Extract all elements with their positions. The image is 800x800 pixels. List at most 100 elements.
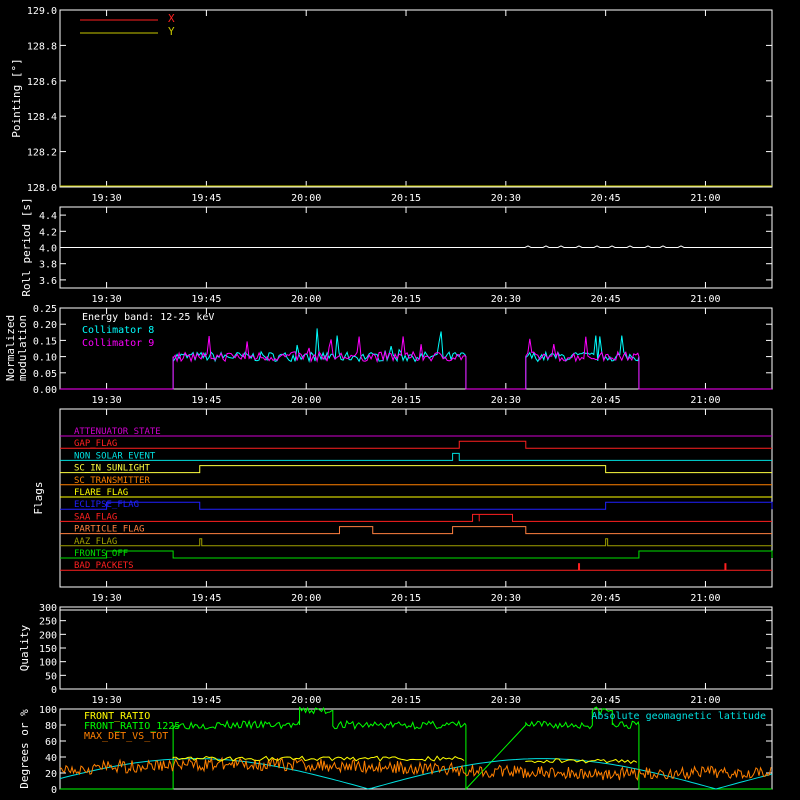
modulation-line-1: [60, 336, 772, 390]
xtick-label: 19:45: [191, 593, 221, 604]
xtick-label: 20:00: [291, 395, 321, 406]
ytick-label: 128.8: [27, 41, 57, 52]
ytick-label: 0.15: [33, 336, 57, 347]
legend-geomag-lat: Absolute geomagnetic latitude: [591, 711, 766, 722]
ytick-label: 128.6: [27, 77, 57, 88]
flag-line: [60, 501, 773, 510]
xtick-label: 19:45: [191, 294, 221, 305]
legend-collimator-8: Collimator 8: [82, 325, 154, 336]
xtick-label: 19:45: [191, 695, 221, 706]
hessi-observing-summary: Pointing [°] 128.0 128.2 128.4 128.6 128.8 12…: [0, 0, 800, 800]
legend-max-det: MAX_DET_VS_TOT: [84, 731, 168, 742]
ytick-label: 0: [51, 785, 57, 796]
xtick-label: 20:00: [291, 294, 321, 305]
ytick-label: 0.25: [33, 304, 57, 315]
xtick-label: 19:30: [92, 695, 122, 706]
panel-modulation: Normalized modulation 0.000.050.100.150.…: [4, 304, 773, 406]
geomag-latitude-line: [59, 758, 773, 790]
ytick-label: 250: [39, 617, 57, 628]
xtick-label: 19:30: [92, 593, 122, 604]
ylabel-roll: Roll period [s]: [20, 197, 33, 296]
ytick-label: 300: [39, 603, 57, 614]
ytick-label: 100: [39, 658, 57, 669]
legend-label-y: Y: [168, 25, 175, 38]
ytick-label: 4.4: [39, 211, 57, 222]
ytick-label: 0.05: [33, 369, 57, 380]
ylabel-quality: Quality: [18, 624, 31, 671]
ytick-label: 100: [39, 705, 57, 716]
xtick-label: 20:45: [591, 193, 621, 204]
ytick-label: 3.6: [39, 276, 57, 287]
ytick-label: 128.2: [27, 148, 57, 159]
xtick-label: 21:00: [690, 193, 720, 204]
ytick-label: 0.20: [33, 320, 57, 331]
ytick-label: 0.10: [33, 353, 57, 364]
ytick-label: 0: [51, 685, 57, 696]
xtick-label: 20:00: [291, 193, 321, 204]
energy-band-label: Energy band: 12-25 keV: [82, 312, 214, 323]
xtick-label: 20:00: [291, 695, 321, 706]
ytick-label: 128.4: [27, 112, 57, 123]
flag-line: [60, 452, 772, 461]
xtick-label: 20:15: [391, 193, 421, 204]
ylabel-flags: Flags: [32, 481, 45, 514]
ytick-label: 40: [45, 753, 57, 764]
ytick-label: 50: [45, 671, 57, 682]
yticks-quality: 0 50 100 150 200 250 300: [39, 603, 772, 696]
xtick-label: 20:30: [491, 395, 521, 406]
xtick-label: 20:45: [591, 395, 621, 406]
chart-canvas: Pointing [°] 128.0128.2128.4128.6128.812…: [4, 6, 773, 796]
xtick-label: 19:30: [92, 193, 122, 204]
xtick-label: 21:00: [690, 593, 720, 604]
ytick-label: 80: [45, 721, 57, 732]
panel-pointing: Pointing [°] 128.0128.2128.4128.6128.812…: [10, 6, 773, 204]
xtick-label: 21:00: [690, 695, 720, 706]
xtick-label: 20:30: [491, 695, 521, 706]
flag-line: [60, 550, 773, 559]
xtick-label: 20:15: [391, 695, 421, 706]
ylabel-ratio: Degrees or %: [18, 709, 31, 789]
ylabel-modulation-2: modulation: [16, 315, 29, 381]
xtick-label: 19:30: [92, 294, 122, 305]
legend-collimator-9: Collimator 9: [82, 338, 154, 349]
xtick-label: 20:30: [491, 593, 521, 604]
panel-frame: [59, 9, 773, 188]
yticks-roll: 3.6 3.8 4.0 4.2 4.4: [39, 211, 772, 287]
xtick-label: 19:45: [191, 395, 221, 406]
xtick-label: 19:30: [92, 395, 122, 406]
legend-pointing: X Y: [80, 12, 175, 38]
flag-rows: ATTENUATOR_STATEGAP_FLAGNON_SOLAR_EVENTS…: [60, 427, 773, 571]
xticks-pointing: 19:30 19:45 20:00 20:15 20:30 20:45 21:00: [92, 10, 721, 204]
xtick-label: 20:45: [591, 593, 621, 604]
ytick-label: 150: [39, 644, 57, 655]
flag-line: [60, 513, 772, 522]
xtick-label: 20:30: [491, 294, 521, 305]
ytick-label: 4.0: [39, 244, 57, 255]
xtick-label: 20:00: [291, 593, 321, 604]
panel-ratio: Degrees or % 020406080100 FRONT_RATIO FR…: [18, 705, 773, 796]
ytick-label: 60: [45, 737, 57, 748]
ytick-label: 200: [39, 630, 57, 641]
panel-frame: [59, 606, 773, 690]
ytick-label: 129.0: [27, 6, 57, 17]
ytick-label: 128.0: [27, 183, 57, 194]
ylabel-pointing: Pointing [°]: [10, 58, 23, 137]
xtick-label: 20:15: [391, 395, 421, 406]
legend-label-x: X: [168, 12, 175, 25]
yticks-pointing: 128.0 128.2 128.4 128.6 128.8 129.0: [27, 6, 772, 194]
xticks-roll: 19:30 19:45 20:00 20:15 20:30 20:45 21:00: [92, 207, 721, 305]
xtick-label: 20:15: [391, 593, 421, 604]
panel-flags: Flags 19:30 19:45 20:00 20:15 20:30 20:45 21:0…: [32, 408, 773, 604]
panel-roll: Roll period [s] 3.6 3.8 4.0 4.2 4.4 19:30 19:…: [20, 197, 773, 305]
ytick-label: 3.8: [39, 260, 57, 271]
xtick-label: 19:45: [191, 193, 221, 204]
xtick-label: 20:45: [591, 294, 621, 305]
xticks-flags: 19:30 19:45 20:00 20:15 20:30 20:45 21:00: [92, 409, 721, 604]
xtick-label: 20:15: [391, 294, 421, 305]
ytick-label: 4.2: [39, 227, 57, 238]
xticks-quality: 19:30 19:45 20:00 20:15 20:30 20:45 21:00: [92, 607, 721, 706]
series-roll: [60, 245, 771, 248]
flag-line: [60, 465, 772, 474]
xtick-label: 20:30: [491, 193, 521, 204]
flag-line: [60, 538, 772, 547]
